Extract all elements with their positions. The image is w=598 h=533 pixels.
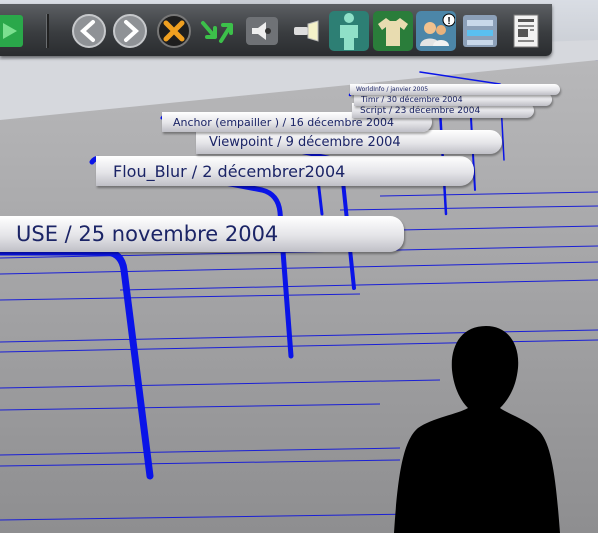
timeline-label-text: WorldInfo / janvier 2005 bbox=[356, 86, 429, 93]
timeline-label-text: Flou_Blur / 2 décembrer2004 bbox=[113, 161, 346, 181]
arrow-right-icon bbox=[113, 14, 147, 48]
document-icon bbox=[513, 14, 539, 48]
3d-world-viewport[interactable] bbox=[0, 0, 598, 533]
timeline-label-text: Viewpoint / 9 décembre 2004 bbox=[209, 134, 401, 150]
timeline-label[interactable]: Flou_Blur / 2 décembrer2004 bbox=[96, 156, 474, 186]
browser-toolbar: ! bbox=[0, 4, 552, 56]
timeline-label[interactable]: USE / 25 novembre 2004 bbox=[0, 216, 404, 252]
play-button[interactable] bbox=[0, 11, 32, 51]
users-button[interactable]: ! bbox=[416, 11, 456, 51]
clothing-button[interactable] bbox=[373, 11, 413, 51]
exit-button[interactable] bbox=[154, 11, 194, 51]
arrow-left-icon bbox=[72, 14, 106, 48]
shirt-icon bbox=[378, 18, 408, 46]
users-alert-icon: ! bbox=[420, 13, 455, 46]
svg-text:!: ! bbox=[447, 16, 450, 27]
forward-button[interactable] bbox=[110, 11, 150, 51]
document-button[interactable] bbox=[506, 11, 546, 51]
timeline-label-text: USE / 25 novembre 2004 bbox=[16, 222, 279, 246]
settings-button[interactable] bbox=[460, 11, 500, 51]
avatar-body-icon bbox=[340, 13, 358, 50]
timeline-label[interactable]: Viewpoint / 9 décembre 2004 bbox=[196, 130, 502, 154]
jump-arrows-icon bbox=[201, 21, 233, 43]
play-icon bbox=[0, 15, 23, 47]
timeline-label-text: Script / 23 décembre 2004 bbox=[360, 105, 481, 116]
light-button[interactable] bbox=[286, 11, 326, 51]
speaker-icon bbox=[246, 17, 278, 45]
sound-button[interactable] bbox=[242, 11, 282, 51]
close-icon bbox=[157, 14, 191, 48]
settings-panel-icon bbox=[463, 15, 497, 47]
flashlight-icon bbox=[294, 20, 319, 42]
timeline-label-text: Timr / 30 décembre 2004 bbox=[361, 95, 463, 104]
timeline-label[interactable]: WorldInfo / janvier 2005 bbox=[350, 84, 560, 95]
avatar-button[interactable] bbox=[329, 11, 369, 51]
toolbar-separator bbox=[46, 14, 49, 48]
jump-button[interactable] bbox=[198, 11, 238, 51]
back-button[interactable] bbox=[69, 11, 109, 51]
